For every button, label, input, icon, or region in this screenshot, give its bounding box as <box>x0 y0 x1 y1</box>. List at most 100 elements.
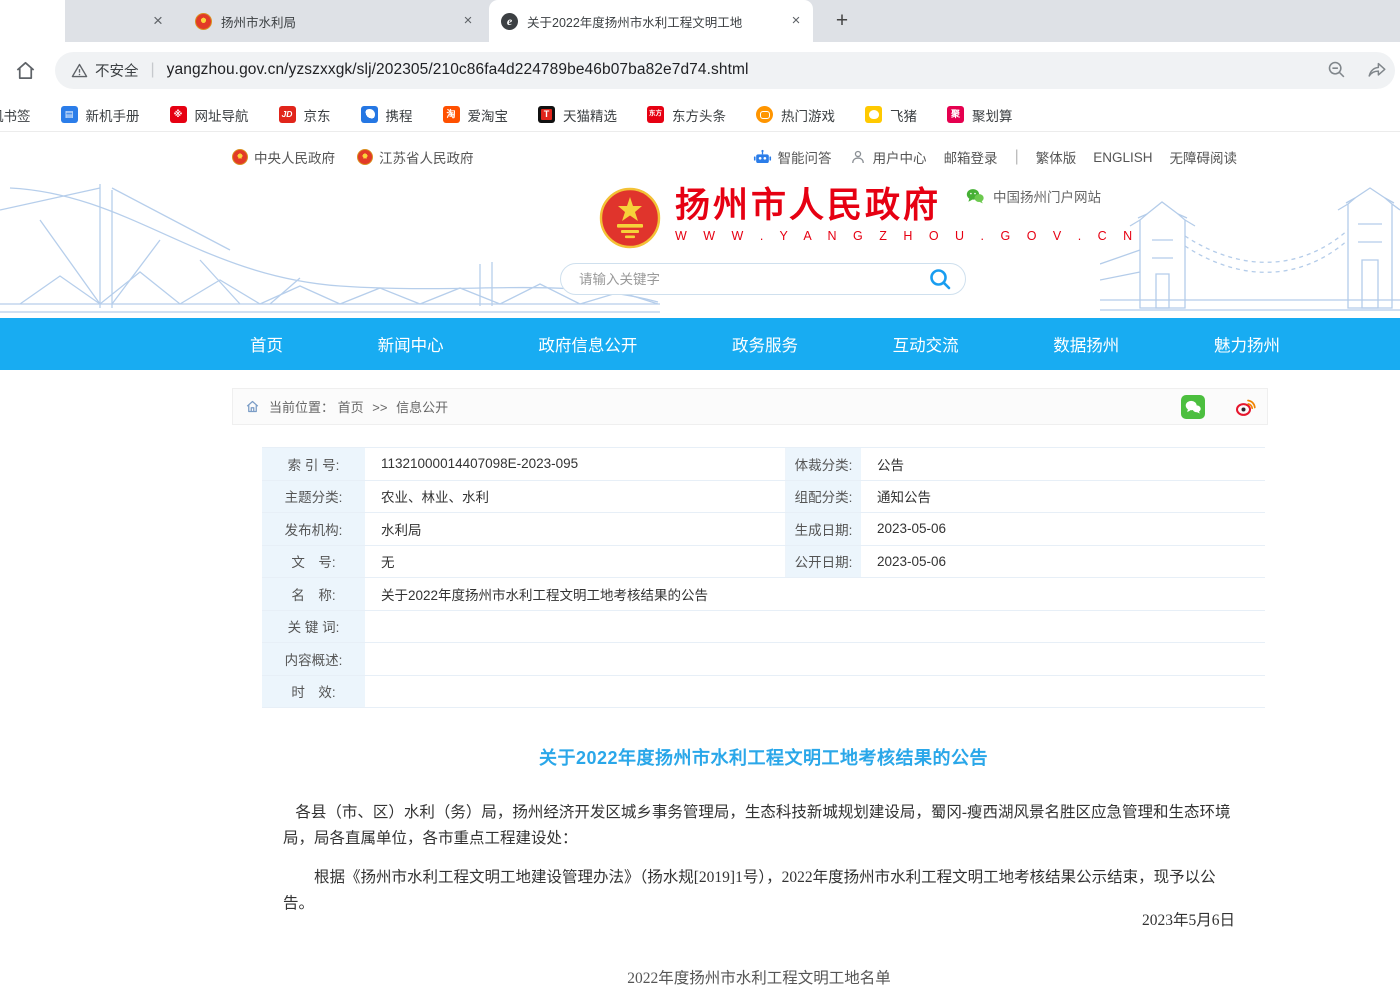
nav-news-center[interactable]: 新闻中心 <box>378 332 444 356</box>
search-input[interactable] <box>579 272 927 287</box>
tab-yangzhou-water-bureau[interactable]: ★ 扬州市水利局 × <box>183 0 485 42</box>
link-central-gov[interactable]: ★ 中央人民政府 <box>232 147 335 167</box>
accessibility-link[interactable]: 无障碍阅读 <box>1170 147 1238 167</box>
bookmark-url-nav[interactable]: ※ 网址导航 <box>170 105 249 125</box>
bookmark-glyph: ※ <box>174 110 183 119</box>
weibo-share-icon[interactable] <box>1233 395 1257 419</box>
meta-value-group: 通知公告 <box>862 481 1265 513</box>
bookmark-jd[interactable]: JD 京东 <box>279 105 331 125</box>
meta-label: 名 称: <box>262 578 366 610</box>
site-header: 扬州市人民政府 W W W . Y A N G Z H O U . G O V … <box>0 174 1400 318</box>
national-emblem <box>598 186 662 250</box>
address-bar[interactable]: 不安全 | yangzhou.gov.cn/yzszxxgk/slj/20230… <box>55 52 1395 89</box>
new-tab-button[interactable]: + <box>828 7 856 35</box>
portal-caption: 中国扬州门户网站 <box>965 186 1101 206</box>
meta-label: 内容概述: <box>262 643 366 675</box>
zoom-out-icon[interactable] <box>1325 58 1349 82</box>
meta-value-summary <box>366 643 1265 675</box>
breadcrumb-separator: >> <box>372 400 387 415</box>
partial-tab[interactable] <box>0 0 65 42</box>
warning-icon <box>71 62 88 79</box>
meta-value-doc-number: 无 <box>366 546 786 578</box>
breadcrumb-prefix: 当前位置： <box>269 400 334 415</box>
bookmark-manual[interactable]: ▤ 新机手册 <box>61 105 140 125</box>
browser-window: × ★ 扬州市水利局 × e 关于2022年度扬州市水利工程文明工地 × + 不… <box>0 0 1400 997</box>
gov-emblem-icon: ★ <box>232 149 248 165</box>
tab-strip: × ★ 扬州市水利局 × e 关于2022年度扬州市水利工程文明工地 × + <box>0 0 1400 42</box>
table-row: 主题分类: 农业、林业、水利 组配分类: 通知公告 <box>262 481 1265 514</box>
security-chip[interactable]: 不安全 <box>71 60 139 81</box>
header-art-left <box>0 180 660 318</box>
gov-emblem-icon: ★ <box>357 149 373 165</box>
security-label: 不安全 <box>95 60 139 81</box>
breadcrumb-link-info[interactable]: 信息公开 <box>396 400 448 415</box>
browser-e-favicon: e <box>501 13 518 30</box>
nav-charm-yangzhou[interactable]: 魅力扬州 <box>1214 332 1280 356</box>
table-row: 文 号: 无 公开日期: 2023-05-06 <box>262 546 1265 579</box>
close-tab-icon[interactable]: × <box>146 9 170 33</box>
meta-label: 文 号: <box>262 546 366 578</box>
search-icon[interactable] <box>927 266 953 292</box>
header-art-right <box>1100 180 1400 318</box>
bookmark-phone-bookmarks[interactable]: 机书签 <box>0 105 31 125</box>
address-divider: | <box>151 61 155 79</box>
url-text[interactable]: yangzhou.gov.cn/yzszxxgk/slj/202305/210c… <box>167 61 1325 79</box>
meta-value-topic: 农业、林业、水利 <box>366 481 786 513</box>
bookmark-label: 携程 <box>386 105 413 125</box>
breadcrumb-link-home[interactable]: 首页 <box>338 400 364 415</box>
share-icon[interactable] <box>1365 58 1389 82</box>
article-list-title: 2022年度扬州市水利工程文明工地名单 <box>283 966 1235 988</box>
english-version-link[interactable]: ENGLISH <box>1093 150 1152 165</box>
gov-emblem-favicon: ★ <box>195 13 212 30</box>
nav-gov-services[interactable]: 政务服务 <box>732 332 798 356</box>
article-paragraph: 各县（市、区）水利（务）局，扬州经济开发区城乡事务管理局，生态科技新城规划建设局… <box>283 800 1235 852</box>
close-tab-icon[interactable]: × <box>457 10 479 32</box>
tab-active-announcement[interactable]: e 关于2022年度扬州市水利工程文明工地 × <box>489 0 813 42</box>
wechat-share-icon[interactable] <box>1181 395 1205 419</box>
bookmark-label: 热门游戏 <box>781 105 835 125</box>
bookmark-glyph: JD <box>282 110 293 119</box>
juhuasuan-icon: 聚 <box>947 106 964 123</box>
bookmark-glyph: 聚 <box>951 110 960 119</box>
article-body: 各县（市、区）水利（务）局，扬州经济开发区城乡事务管理局，生态科技新城规划建设局… <box>283 800 1235 917</box>
url-nav-icon: ※ <box>170 106 187 123</box>
nav-interaction[interactable]: 互动交流 <box>893 332 959 356</box>
meta-label: 主题分类: <box>262 481 366 513</box>
table-row: 索 引 号: 11321000014407098E-2023-095 体裁分类:… <box>262 448 1265 481</box>
user-center-link[interactable]: 用户中心 <box>849 147 927 167</box>
home-icon[interactable] <box>11 56 39 84</box>
link-jiangsu-gov[interactable]: ★ 江苏省人民政府 <box>357 147 474 167</box>
bookmark-hot-games[interactable]: 热门游戏 <box>756 105 835 125</box>
bookmark-juhuasuan[interactable]: 聚 聚划算 <box>947 105 1013 125</box>
meta-label: 体裁分类: <box>786 448 862 480</box>
breadcrumb-home-icon[interactable] <box>245 399 260 414</box>
nav-gov-info-disclosure[interactable]: 政府信息公开 <box>538 332 637 356</box>
bookmark-ctrip[interactable]: 携程 <box>361 105 413 125</box>
nav-home[interactable]: 首页 <box>250 332 283 356</box>
fliggy-pig-icon <box>865 106 882 123</box>
bookmark-tmall[interactable]: T 天猫精选 <box>538 105 617 125</box>
game-icon <box>756 106 773 123</box>
bookmark-fliggy[interactable]: 飞猪 <box>865 105 917 125</box>
meta-value-index-number: 11321000014407098E-2023-095 <box>366 448 786 480</box>
table-row: 关 键 词: <box>262 611 1265 644</box>
nav-data-yangzhou[interactable]: 数据扬州 <box>1053 332 1119 356</box>
site-utility-bar: ★ 中央人民政府 ★ 江苏省人民政府 智能问答 用户中心 邮箱登录 | 繁体版 … <box>0 140 1400 174</box>
bookmark-aitaobao[interactable]: 淘 爱淘宝 <box>443 105 509 125</box>
close-tab-icon[interactable]: × <box>785 10 807 32</box>
meta-value-created-date: 2023-05-06 <box>862 513 1265 545</box>
table-row: 内容概述: <box>262 643 1265 676</box>
mail-login-link[interactable]: 邮箱登录 <box>944 147 998 167</box>
taobao-icon: 淘 <box>443 106 460 123</box>
utility-divider: | <box>1015 148 1019 166</box>
browser-toolbar: 不安全 | yangzhou.gov.cn/yzszxxgk/slj/20230… <box>0 42 1400 98</box>
primary-nav: 首页 新闻中心 政府信息公开 政务服务 互动交流 数据扬州 魅力扬州 <box>0 318 1400 370</box>
smart-qa-link[interactable]: 智能问答 <box>753 147 832 167</box>
jd-icon: JD <box>279 106 296 123</box>
bookmark-dongfang-toutiao[interactable]: 东方 东方头条 <box>647 105 726 125</box>
traditional-version-link[interactable]: 繁体版 <box>1036 147 1077 167</box>
bookmark-glyph: 淘 <box>446 110 455 119</box>
meta-label: 索 引 号: <box>262 448 366 480</box>
tab-title: 扬州市水利局 <box>221 12 451 31</box>
meta-label: 发布机构: <box>262 513 366 545</box>
